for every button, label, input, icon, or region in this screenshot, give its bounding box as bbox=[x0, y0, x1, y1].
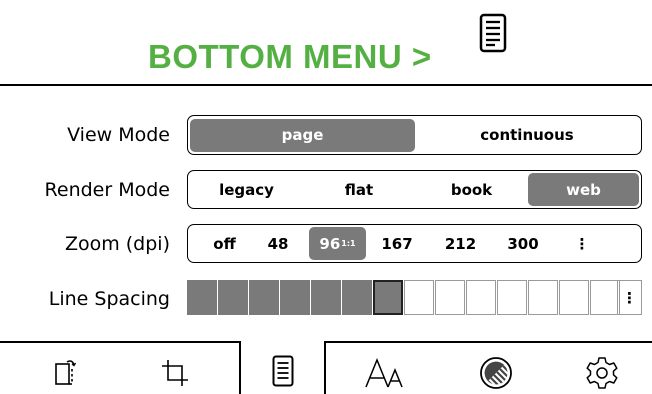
zoom-off-option[interactable]: off bbox=[202, 227, 247, 260]
zoom-more-button[interactable]: ⋮ bbox=[553, 227, 611, 260]
line-spacing-more-button[interactable]: ⋮ bbox=[617, 280, 642, 315]
line-spacing-step[interactable] bbox=[218, 280, 248, 315]
render-mode-label: Render Mode bbox=[44, 179, 170, 201]
document-tab-icon[interactable] bbox=[272, 355, 294, 387]
render-mode-legacy-option[interactable]: legacy bbox=[190, 173, 303, 206]
zoom-300-option[interactable]: 300 bbox=[493, 227, 553, 260]
bottom-bar-border-right bbox=[324, 341, 652, 343]
render-mode-selector: legacy flat book web bbox=[187, 170, 642, 209]
zoom-48-option[interactable]: 48 bbox=[247, 227, 309, 260]
view-mode-label: View Mode bbox=[67, 124, 170, 146]
zoom-96-value: 96 bbox=[319, 234, 341, 253]
line-spacing-step[interactable] bbox=[590, 280, 620, 315]
view-mode-continuous-option[interactable]: continuous bbox=[415, 119, 639, 152]
line-spacing-step[interactable] bbox=[466, 280, 496, 315]
font-size-icon[interactable] bbox=[364, 357, 410, 389]
header-divider bbox=[0, 84, 652, 86]
bottom-bar-border-left bbox=[0, 341, 240, 343]
line-spacing-step[interactable] bbox=[435, 280, 465, 315]
render-mode-book-option[interactable]: book bbox=[415, 173, 528, 206]
render-mode-flat-option[interactable]: flat bbox=[303, 173, 415, 206]
line-spacing-step[interactable] bbox=[342, 280, 372, 315]
bottom-bar-tab-divider-right bbox=[324, 341, 326, 394]
line-spacing-step[interactable] bbox=[373, 280, 403, 315]
zoom-label: Zoom (dpi) bbox=[64, 233, 170, 255]
zoom-212-option[interactable]: 212 bbox=[428, 227, 493, 260]
rotate-screen-icon[interactable] bbox=[51, 356, 83, 388]
page-title: BOTTOM MENU > bbox=[148, 38, 432, 75]
crop-icon[interactable] bbox=[158, 356, 190, 388]
render-mode-web-option[interactable]: web bbox=[528, 173, 639, 206]
settings-gear-icon[interactable] bbox=[585, 355, 619, 389]
bottom-bar-tab-divider-left bbox=[239, 341, 241, 394]
contrast-icon[interactable] bbox=[479, 356, 513, 390]
line-spacing-slider[interactable]: ⋮ bbox=[187, 280, 642, 315]
line-spacing-step[interactable] bbox=[404, 280, 434, 315]
line-spacing-step[interactable] bbox=[559, 280, 589, 315]
view-mode-page-option[interactable]: page bbox=[190, 118, 415, 152]
line-spacing-step[interactable] bbox=[497, 280, 527, 315]
zoom-167-option[interactable]: 167 bbox=[366, 227, 428, 260]
line-spacing-step[interactable] bbox=[187, 280, 217, 315]
line-spacing-label: Line Spacing bbox=[48, 288, 170, 310]
zoom-selector: off 48 96 1:1 167 212 300 ⋮ bbox=[187, 224, 642, 263]
line-spacing-step[interactable] bbox=[280, 280, 310, 315]
line-spacing-step[interactable] bbox=[311, 280, 341, 315]
document-icon bbox=[479, 13, 507, 53]
zoom-native-scale-badge: 1:1 bbox=[341, 239, 356, 248]
line-spacing-step[interactable] bbox=[528, 280, 558, 315]
line-spacing-step[interactable] bbox=[249, 280, 279, 315]
zoom-96-option[interactable]: 96 1:1 bbox=[309, 227, 366, 260]
view-mode-selector: page continuous bbox=[187, 115, 642, 155]
